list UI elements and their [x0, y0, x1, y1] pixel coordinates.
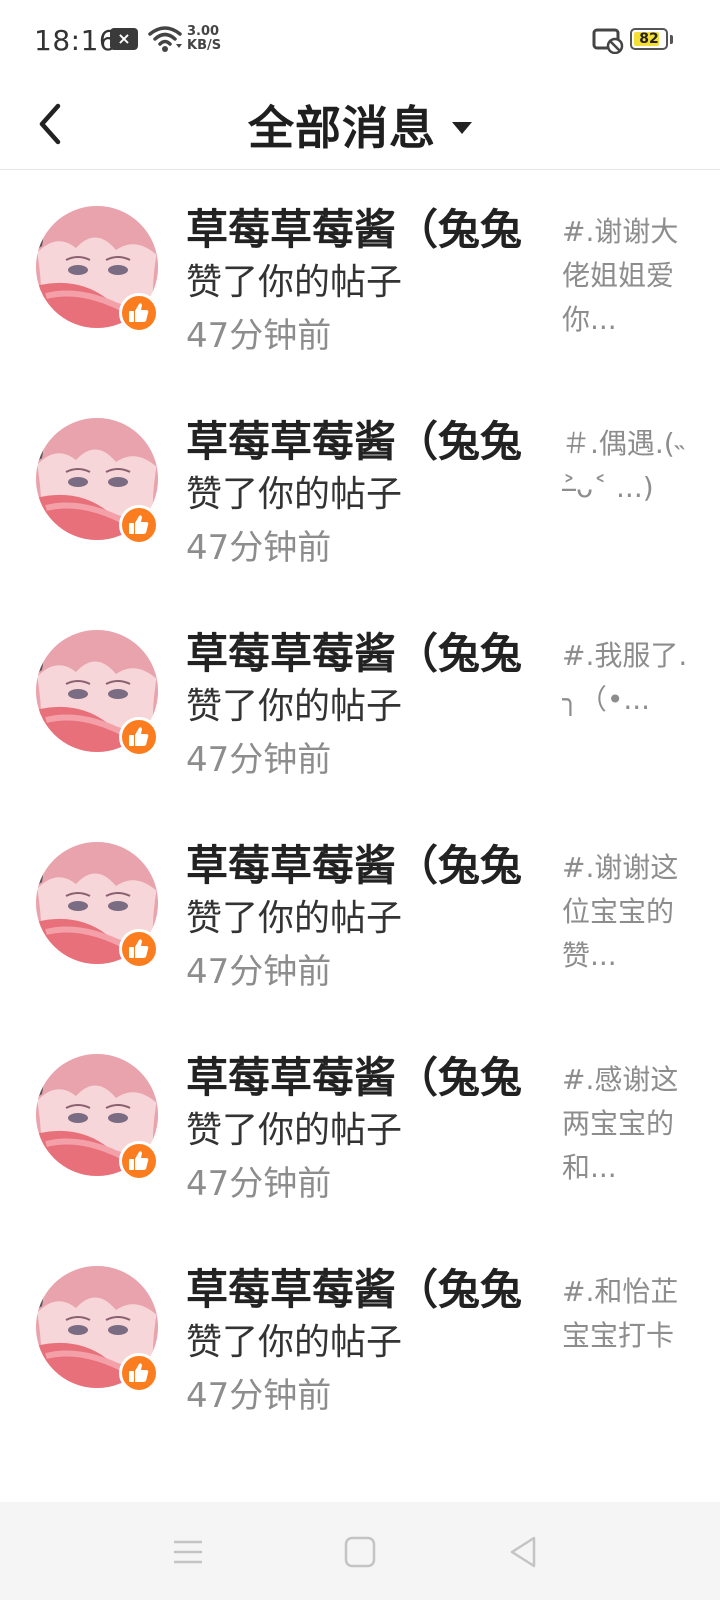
like-badge	[119, 505, 159, 545]
battery-tip	[670, 35, 673, 44]
timestamp: 47分钟前	[186, 316, 332, 356]
cast-blocked-icon	[592, 28, 624, 54]
sender-name[interactable]: 草莓草莓酱（兔兔	[186, 840, 526, 892]
like-badge	[119, 1353, 159, 1393]
action-text: 赞了你的帖子	[186, 474, 403, 515]
sender-name[interactable]: 草莓草莓酱（兔兔	[186, 416, 526, 468]
message-item[interactable]: 草莓草莓酱（兔兔 赞了你的帖子 47分钟前 #.我服了.╮（•...	[0, 588, 720, 800]
thumbs-up-icon	[129, 1151, 149, 1170]
back-triangle-icon[interactable]	[504, 1532, 544, 1572]
action-text: 赞了你的帖子	[186, 686, 403, 727]
message-item[interactable]: 草莓草莓酱（兔兔 赞了你的帖子 47分钟前 #.谢谢这位宝宝的赞...	[0, 800, 720, 1012]
sender-name[interactable]: 草莓草莓酱（兔兔	[186, 628, 526, 680]
post-snippet[interactable]: #.感谢这两宝宝的和...	[562, 1058, 690, 1190]
thumbs-up-icon	[129, 727, 149, 746]
home-square-icon[interactable]	[340, 1532, 380, 1572]
post-snippet[interactable]: #.谢谢这位宝宝的赞...	[562, 846, 690, 978]
post-snippet[interactable]: #.和怡芷宝宝打卡	[562, 1270, 690, 1358]
post-snippet[interactable]: #.谢谢大佬姐姐爱你...	[562, 210, 690, 342]
network-speed-value: 3.00	[187, 24, 220, 39]
title-dropdown[interactable]: 全部消息	[0, 80, 720, 170]
post-snippet[interactable]: ＃.偶遇.(˵ ˃̶ᴗ˂ ...)	[562, 422, 690, 510]
notification-x-icon: ×	[110, 28, 138, 50]
action-text: 赞了你的帖子	[186, 1110, 403, 1151]
like-badge	[119, 717, 159, 757]
timestamp: 47分钟前	[186, 528, 332, 568]
action-text: 赞了你的帖子	[186, 262, 403, 303]
action-text: 赞了你的帖子	[186, 898, 403, 939]
page-title: 全部消息	[248, 101, 436, 155]
timestamp: 47分钟前	[186, 1376, 332, 1416]
message-item[interactable]: 草莓草莓酱（兔兔 赞了你的帖子 47分钟前 #.谢谢大佬姐姐爱你...	[0, 170, 720, 376]
like-badge	[119, 929, 159, 969]
post-snippet[interactable]: #.我服了.╮（•...	[562, 634, 690, 722]
status-time: 18:16	[34, 24, 118, 57]
message-list-inner: 草莓草莓酱（兔兔 赞了你的帖子 47分钟前 #.点赞的都叫宝宝....	[0, 170, 720, 1436]
message-item[interactable]: 草莓草莓酱（兔兔 赞了你的帖子 47分钟前 #.和怡芷宝宝打卡	[0, 1224, 720, 1436]
thumbs-up-icon	[129, 939, 149, 958]
sender-name[interactable]: 草莓草莓酱（兔兔	[186, 1264, 526, 1316]
system-nav-bar	[0, 1502, 720, 1600]
timestamp: 47分钟前	[186, 952, 332, 992]
timestamp: 47分钟前	[186, 1164, 332, 1204]
network-speed-unit: KB/S	[187, 38, 222, 53]
wifi-icon	[148, 26, 182, 52]
battery-level: 82	[639, 31, 659, 47]
back-arrow-icon[interactable]	[30, 92, 80, 152]
thumbs-up-icon	[129, 303, 149, 322]
timestamp: 47分钟前	[186, 740, 332, 780]
battery-icon: 82	[630, 28, 668, 50]
thumbs-up-icon	[129, 1363, 149, 1382]
status-bar: 18:16 × 3.00 KB/S 82	[0, 0, 720, 80]
action-text: 赞了你的帖子	[186, 1322, 403, 1363]
network-speed: 3.00 KB/S	[187, 25, 221, 53]
like-badge	[119, 293, 159, 333]
message-item[interactable]: 草莓草莓酱（兔兔 赞了你的帖子 47分钟前 ＃.偶遇.(˵ ˃̶ᴗ˂ ...)	[0, 376, 720, 588]
header: 全部消息	[0, 80, 720, 170]
thumbs-up-icon	[129, 515, 149, 534]
like-badge	[119, 1141, 159, 1181]
caret-down-icon	[452, 122, 472, 134]
message-item[interactable]: 草莓草莓酱（兔兔 赞了你的帖子 47分钟前 #.感谢这两宝宝的和...	[0, 1012, 720, 1224]
sender-name[interactable]: 草莓草莓酱（兔兔	[186, 1052, 526, 1104]
menu-icon[interactable]	[168, 1532, 208, 1572]
sender-name[interactable]: 草莓草莓酱（兔兔	[186, 204, 526, 256]
message-list[interactable]: 草莓草莓酱（兔兔 赞了你的帖子 47分钟前 #.点赞的都叫宝宝....	[0, 170, 720, 1502]
